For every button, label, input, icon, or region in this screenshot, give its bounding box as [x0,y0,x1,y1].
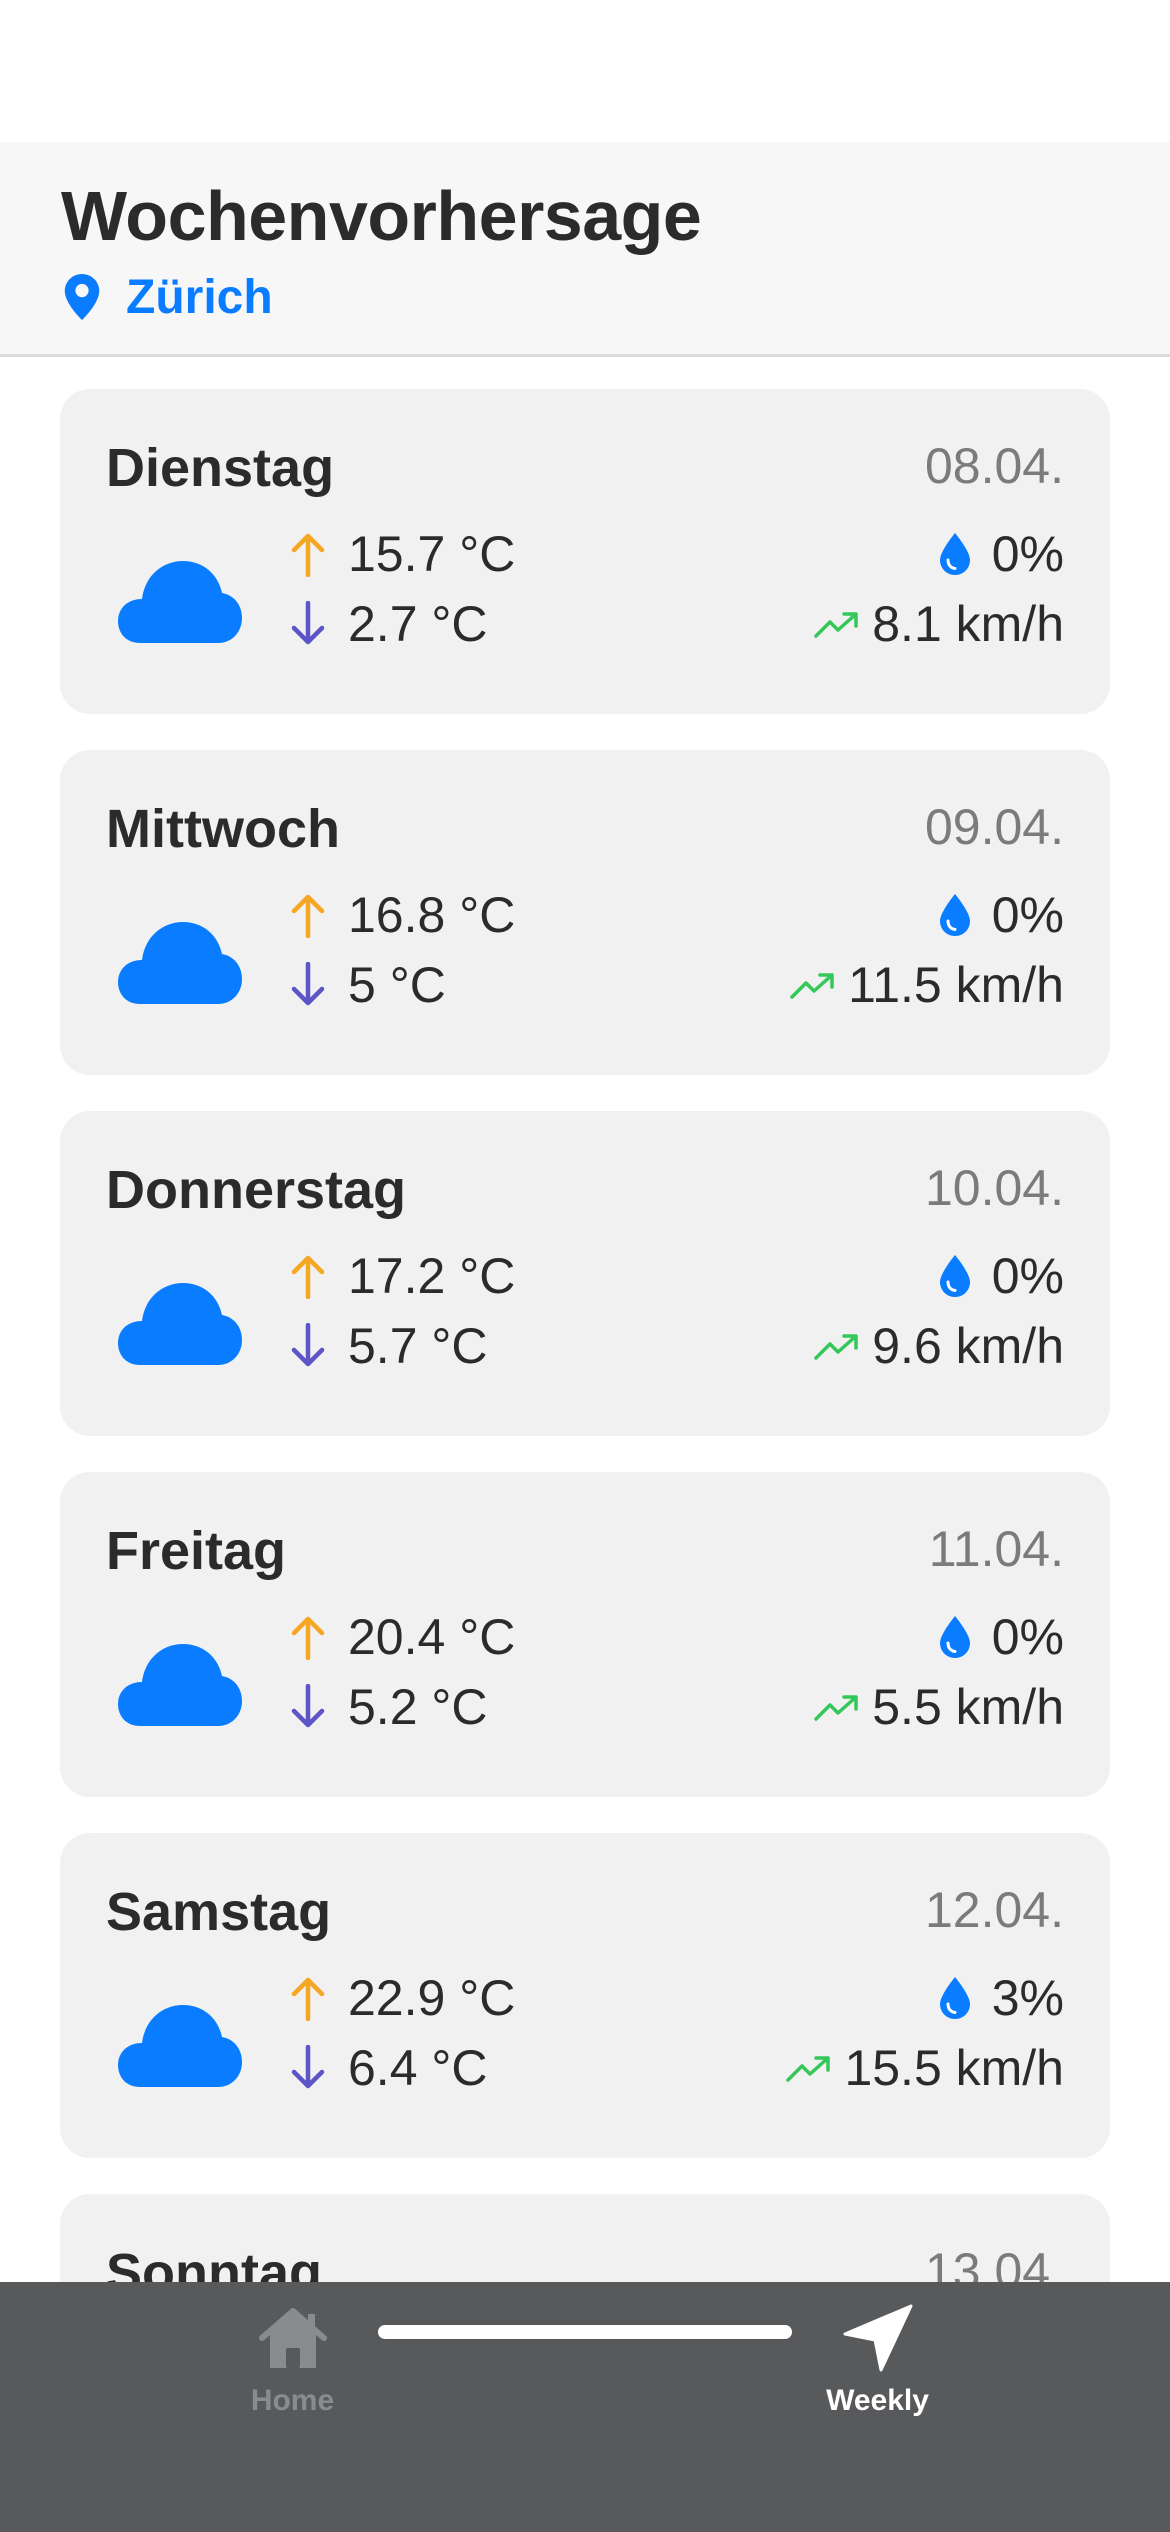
wind-row: 9.6 km/h [814,1315,1064,1377]
wind-speed: 5.5 km/h [872,1679,1064,1735]
low-temp-row: 5 °C [288,954,446,1016]
low-temp: 5.2 °C [348,1679,488,1735]
day-date: 09.04. [924,799,1064,855]
house-icon [258,2308,327,2368]
rain-row: 0% [939,884,1064,946]
cloud-icon [118,922,242,1004]
tab-home[interactable]: Home [0,2282,585,2442]
rain-chance: 0% [991,526,1064,582]
low-temp-row: 2.7 °C [288,593,488,655]
cloud-icon [118,1283,242,1365]
high-temp: 22.9 °C [348,1970,516,2026]
day-date: 12.04. [924,1882,1064,1938]
rain-row: 0% [939,1606,1064,1668]
arrow-down-icon [291,1684,325,1728]
high-temp-row: 15.7 °C [288,523,515,585]
rain-chance: 0% [991,1248,1064,1304]
wind-row: 11.5 km/h [790,954,1064,1016]
forecast-list[interactable]: Dienstag 08.04. 15.7 °C 2.7 °C 0% 8.1 km… [0,357,1170,2282]
forecast-card[interactable]: Samstag 12.04. 22.9 °C 6.4 °C 3% 15.5 km… [60,1833,1110,2158]
arrow-up-icon [291,1977,325,2021]
wind-row: 15.5 km/h [786,2037,1064,2099]
day-name: Donnerstag [106,1160,407,1220]
day-name: Samstag [106,1882,332,1942]
forecast-card[interactable]: Freitag 11.04. 20.4 °C 5.2 °C 0% 5.5 km/… [60,1472,1110,1797]
arrow-down-icon [291,1323,325,1367]
rain-chance: 3% [991,1970,1064,2026]
day-date: 13.04. [924,2243,1064,2282]
high-temp: 20.4 °C [348,1609,516,1665]
rain-row: 0% [939,1245,1064,1307]
low-temp: 5.7 °C [348,1318,488,1374]
high-temp-row: 17.2 °C [288,1245,515,1307]
cloud-icon [118,1644,242,1726]
low-temp: 6.4 °C [348,2040,488,2096]
raindrop-icon [939,533,970,575]
location-row[interactable]: Zürich [64,267,273,327]
wind-speed: 8.1 km/h [872,596,1064,652]
high-temp-row: 16.8 °C [288,884,515,946]
day-name: Dienstag [106,438,335,498]
day-date: 10.04. [924,1160,1064,1216]
rain-chance: 0% [991,1609,1064,1665]
forecast-card[interactable]: Donnerstag 10.04. 17.2 °C 5.7 °C 0% 9.6 … [60,1111,1110,1436]
low-temp-row: 5.2 °C [288,1676,488,1738]
tab-weekly-label: Weekly [826,2384,929,2417]
day-name: Mittwoch [106,799,340,859]
low-temp-row: 6.4 °C [288,2037,488,2099]
cloud-icon [118,2005,242,2087]
trend-up-icon [790,973,834,999]
arrow-up-icon [291,533,325,577]
wind-speed: 11.5 km/h [848,957,1064,1013]
location-label: Zürich [126,270,273,324]
raindrop-icon [939,894,970,936]
wind-row: 5.5 km/h [814,1676,1064,1738]
arrow-up-icon [291,894,325,938]
forecast-card[interactable]: Dienstag 08.04. 15.7 °C 2.7 °C 0% 8.1 km… [60,389,1110,714]
high-temp-row: 20.4 °C [288,1606,515,1668]
status-bar-area [0,0,1170,142]
high-temp: 16.8 °C [348,887,516,943]
location-arrow-icon [843,2304,912,2372]
page-header: Wochenvorhersage Zürich [0,142,1170,357]
tab-bar: Home Weekly [0,2282,1170,2532]
arrow-down-icon [291,601,325,645]
high-temp-row: 22.9 °C [288,1967,515,2029]
home-indicator [378,2325,792,2339]
wind-speed: 9.6 km/h [872,1318,1064,1374]
raindrop-icon [939,1255,970,1297]
rain-row: 3% [939,1967,1064,2029]
high-temp: 15.7 °C [348,526,516,582]
wind-speed: 15.5 km/h [844,2040,1064,2096]
trend-up-icon [814,1695,858,1721]
tab-weekly[interactable]: Weekly [585,2282,1170,2442]
page-title: Wochenvorhersage [61,177,702,255]
low-temp: 2.7 °C [348,596,488,652]
day-date: 11.04. [928,1521,1064,1577]
low-temp-row: 5.7 °C [288,1315,488,1377]
location-pin-icon [64,274,100,320]
trend-up-icon [814,1334,858,1360]
arrow-up-icon [291,1616,325,1660]
rain-row: 0% [939,523,1064,585]
tab-home-label: Home [250,2384,335,2417]
high-temp: 17.2 °C [348,1248,516,1304]
arrow-up-icon [291,1255,325,1299]
day-name: Sonntag [106,2243,322,2282]
day-name: Freitag [106,1521,287,1581]
forecast-card[interactable]: Sonntag 13.04. [60,2194,1110,2282]
trend-up-icon [814,612,858,638]
day-date: 08.04. [924,438,1064,494]
rain-chance: 0% [991,887,1064,943]
trend-up-icon [786,2056,831,2082]
cloud-icon [118,561,242,643]
raindrop-icon [939,1616,970,1658]
arrow-down-icon [291,962,325,1006]
arrow-down-icon [291,2045,325,2089]
low-temp: 5 °C [348,957,446,1013]
wind-row: 8.1 km/h [814,593,1064,655]
forecast-card[interactable]: Mittwoch 09.04. 16.8 °C 5 °C 0% 11.5 km/… [60,750,1110,1075]
raindrop-icon [939,1977,970,2019]
